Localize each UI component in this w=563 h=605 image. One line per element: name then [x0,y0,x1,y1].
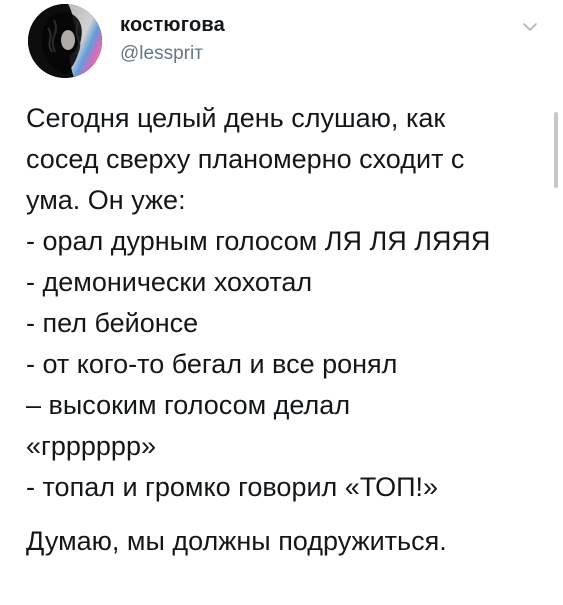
tweet-menu-button[interactable] [522,20,538,32]
tweet-card: костюгова @lesspriт Сегодня целый день с… [0,0,563,605]
tweet-line: - орал дурным голосом ЛЯ ЛЯ ЛЯЯЯ [26,226,491,256]
tweet-line: сосед сверху планомерно сходит с [26,144,465,174]
tweet-text: Сегодня целый день слушаю, как сосед све… [26,98,551,562]
display-name[interactable]: костюгова [120,14,225,37]
scrollbar[interactable] [554,112,558,188]
chevron-down-icon [523,23,537,31]
avatar[interactable] [28,4,102,78]
tweet-line: ума. Он уже: [26,185,186,215]
tweet-line: - пел бейонсе [26,308,199,338]
tweet-line: – высоким голосом делал [26,390,351,420]
profile-photo-icon [28,4,102,78]
tweet-line: «грррррр» [26,431,156,461]
tweet-line: - от кого-то бегал и все ронял [26,349,398,379]
tweet-line: - топал и громко говорил «ТОП!» [26,472,439,502]
tweet-line: - демонически хохотал [26,267,313,297]
tweet-closing-line: Думаю, мы должны подружиться. [26,526,447,556]
user-handle[interactable]: @lesspriт [120,43,203,65]
tweet-line: Сегодня целый день слушаю, как [26,103,446,133]
